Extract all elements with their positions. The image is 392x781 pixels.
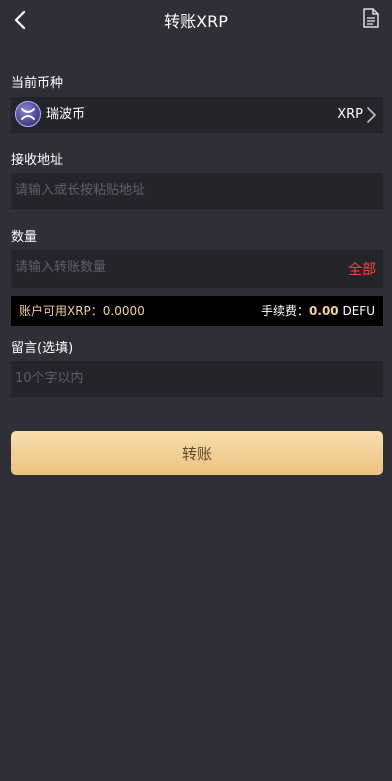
coin-name: 瑞波币 — [46, 107, 86, 122]
fee-unit: DEFU — [342, 304, 375, 318]
record-document-icon — [363, 8, 379, 28]
coin-code: XRP — [337, 107, 363, 122]
address-input[interactable]: 请输入或长按粘贴地址 — [11, 173, 383, 209]
records-button[interactable] — [360, 6, 382, 30]
transfer-page: 转账XRP 当前币种 瑞波币 XRP 接收地址 请输入或长按粘贴地址 数量 请输… — [0, 0, 392, 781]
memo-label: 留言(选填) — [11, 341, 74, 356]
balance-info-bar: 账户可用XRP：0.0000 手续费：0.00 DEFU — [11, 296, 383, 326]
coin-section-label: 当前币种 — [11, 76, 64, 91]
transfer-submit-button[interactable]: 转账 — [11, 431, 383, 475]
fee-value: 0.00 — [309, 304, 339, 318]
address-placeholder: 请输入或长按粘贴地址 — [15, 183, 146, 198]
chevron-right-icon — [367, 107, 376, 123]
fee-label: 手续费： — [261, 304, 310, 318]
page-title: 转账XRP — [164, 12, 228, 31]
address-label: 接收地址 — [11, 153, 64, 168]
xrp-coin-icon — [15, 101, 41, 127]
amount-input[interactable]: 请输入转账数量 全部 — [11, 250, 383, 288]
memo-placeholder: 10个字以内 — [15, 371, 84, 386]
header-bar: 转账XRP — [0, 0, 392, 40]
available-balance: 账户可用XRP：0.0000 — [19, 304, 145, 318]
coin-selector[interactable]: 瑞波币 XRP — [11, 97, 383, 133]
all-amount-button[interactable]: 全部 — [348, 259, 376, 279]
amount-label: 数量 — [11, 230, 38, 245]
fee-info: 手续费：0.00 DEFU — [261, 296, 375, 326]
amount-placeholder: 请输入转账数量 — [15, 260, 107, 275]
memo-input[interactable]: 10个字以内 — [11, 361, 383, 397]
